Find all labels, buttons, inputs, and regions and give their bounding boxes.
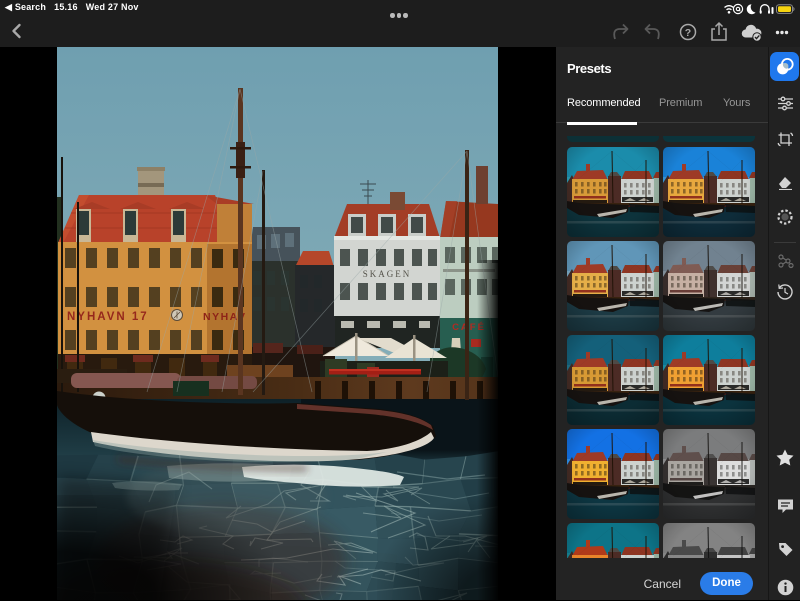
svg-text:SKAGEN: SKAGEN <box>363 269 412 279</box>
svg-text:?: ? <box>685 27 691 39</box>
svg-text:NYHAVN 17: NYHAVN 17 <box>67 311 149 323</box>
